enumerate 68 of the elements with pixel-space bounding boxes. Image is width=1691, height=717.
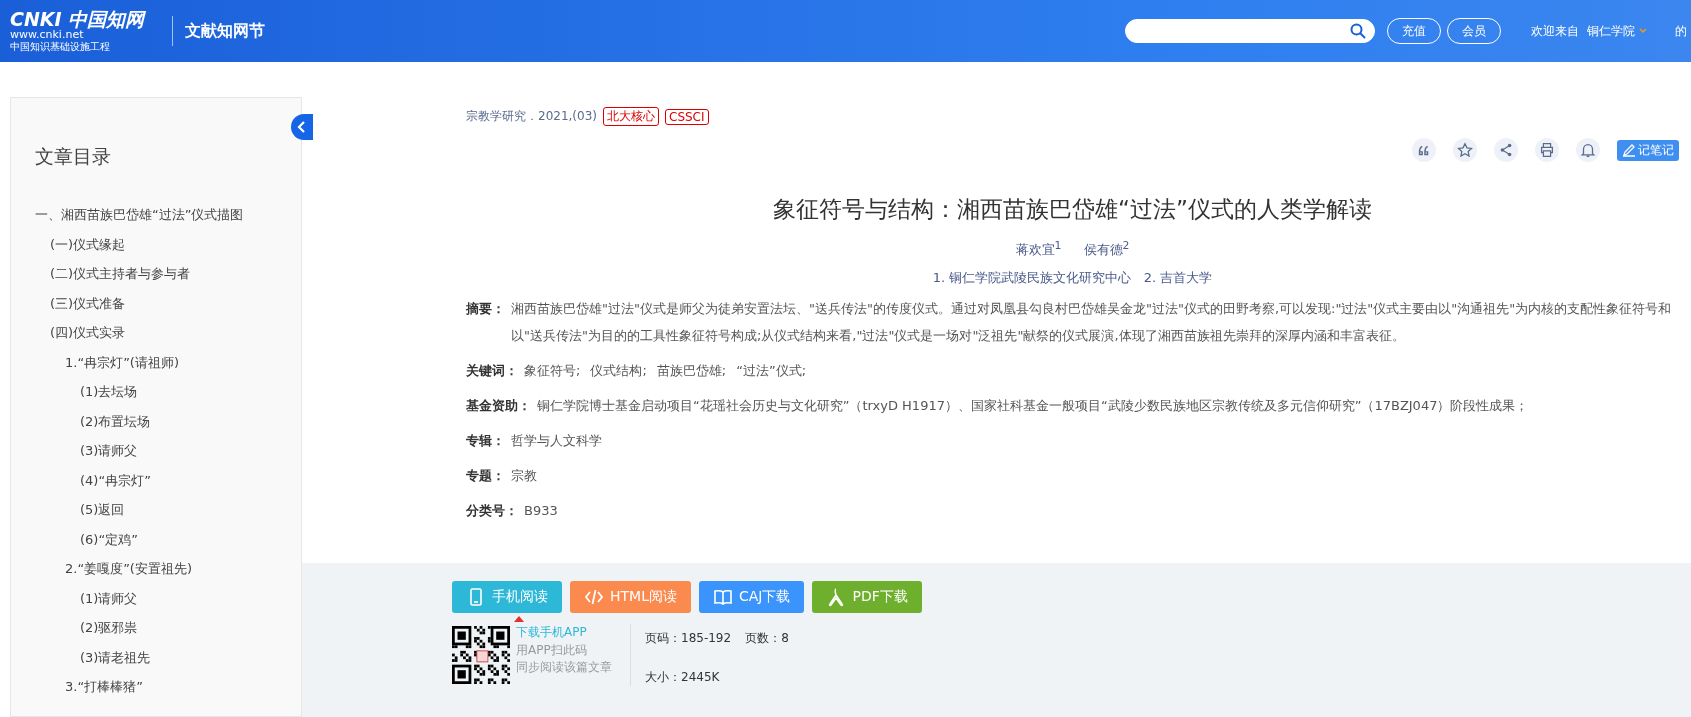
field-label: 摘要： (466, 300, 505, 319)
header-text: 的 (1675, 22, 1688, 40)
toc-item[interactable]: 1.“冉宗灯”(请祖师) (35, 347, 301, 377)
logo-tagline: 中国知识基础设施工程 (10, 41, 111, 54)
toc-item[interactable]: 一、湘西苗族巴岱雄“过法”仪式描图 (35, 200, 301, 230)
qr-code (452, 626, 510, 684)
toc-item[interactable]: (二)仪式主持者与参与者 (35, 259, 301, 289)
toc-item[interactable]: (2)驱邪祟 (35, 613, 301, 643)
file-size-text: 大小：2445K (645, 669, 721, 686)
print-button[interactable] (1535, 138, 1559, 162)
star-button[interactable] (1453, 138, 1477, 162)
star-icon (1456, 141, 1474, 159)
print-icon (1538, 141, 1556, 159)
index-tag: 北大核心 (603, 107, 659, 126)
share-button[interactable] (1494, 138, 1518, 162)
field-value: B933 (524, 502, 558, 521)
field-label: 专辑： (466, 432, 505, 451)
html-icon (584, 587, 604, 607)
logo-brand[interactable]: CNKI 中国知网 (10, 8, 160, 30)
toc-item[interactable]: 2.“姜嘎度”(安置祖先) (35, 554, 301, 584)
affiliations-text: 1. 铜仁学院武陵民族文化研究中心 2. 吉首大学 (931, 269, 1214, 288)
institution-link[interactable]: 铜仁学院 (1587, 22, 1635, 40)
toc-item[interactable]: (1)去坛场 (35, 377, 301, 407)
author-link[interactable]: 蒋欢宜$^{1}$ (1015, 239, 1062, 260)
field-value: 宗教 (511, 467, 537, 486)
toc-item[interactable]: (4)“冉宗灯” (35, 465, 301, 495)
toc-item[interactable]: (6)“定鸡” (35, 524, 301, 554)
bell-icon (1579, 141, 1597, 159)
app-hint-text: 同步阅读该篇文章 (516, 659, 612, 676)
toc-item[interactable]: (一)仪式缘起 (35, 229, 301, 259)
toc-item[interactable]: (3)请老祖先 (35, 642, 301, 672)
keyword-link[interactable]: “过法”仪式; (736, 363, 807, 379)
field-value: 哲学与人文科学 (511, 432, 602, 451)
page-count-text: 页数：8 (745, 630, 789, 647)
field-value: 铜仁学院博士基金启动项目“花瑶社会历史与文化研究”（trxyD H1917）、国家社科基金一般项目“武陵少数民族地区宗教传统及多元信仰研究”（17BZJ047）阶段性成果； (537, 397, 1529, 416)
chevron-left-icon (297, 121, 307, 133)
pencil-icon (1622, 143, 1636, 157)
index-tag: CSSCI (665, 108, 709, 125)
sidebar-title: 文章目录 (35, 144, 112, 169)
toc-item[interactable]: (四)仪式实录 (35, 318, 301, 348)
keyword-link[interactable]: 苗族巴岱雄; (656, 363, 727, 379)
toc-item[interactable]: (2)布置坛场 (35, 406, 301, 436)
welcome-text: 欢迎来自 (1531, 22, 1579, 40)
search-field[interactable] (1125, 19, 1375, 43)
collapse-button[interactable] (291, 114, 313, 140)
section-title: 文献知网节 (185, 20, 265, 42)
toc-item[interactable]: (1)请师父 (35, 583, 301, 613)
toc-item[interactable]: 3.“打棒棒猪” (35, 672, 301, 702)
author-link[interactable]: 侯有德$^{2}$ (1083, 239, 1130, 260)
field-label: 基金资助： (466, 397, 531, 416)
toc-item[interactable]: (三)仪式准备 (35, 288, 301, 318)
field-label: 分类号： (466, 502, 518, 521)
toc-item[interactable]: (5)返回 (35, 495, 301, 525)
page-range-text: 页码：185-192 (645, 630, 732, 647)
field-label: 关键词： (466, 362, 518, 381)
bell-button[interactable] (1576, 138, 1600, 162)
app-hint-text: 用APP扫此码 (516, 642, 588, 659)
keyword-link[interactable]: 仪式结构; (590, 363, 647, 379)
book-icon (712, 587, 733, 607)
field-label: 专题： (466, 467, 505, 486)
journal-source[interactable]: 宗教学研究．2021,(03) (466, 108, 597, 125)
field-value: 湘西苗族巴岱雄"过法"仪式是师父为徒弟安置法坛、"送兵传法"的传度仪式。通过对凤凰县勾良村巴岱雄吴金龙"过法"仪式的田野考察,可以发现:"过法"仪式主要由以"沟通祖先"为内核的支配性象征符号和以"送兵传法"为目的的工具性象征符号构成;从仪式结构来看,"过法"仪式是一场对"泛祖先"献祭的仪式展演,体现了湘西苗族祖先崇拜的深厚内涵和丰富表征。 (511, 300, 1673, 346)
keyword-link[interactable]: 象征符号; (524, 363, 581, 379)
search-icon[interactable] (1350, 23, 1366, 39)
toc-item[interactable]: (3)请师父 (35, 436, 301, 466)
logo-url: www.cnki.net (10, 29, 84, 42)
quote-button[interactable] (1412, 138, 1436, 162)
article-title: 象征符号与结构：湘西苗族巴岱雄“过法”仪式的人类学解读 (772, 195, 1373, 224)
